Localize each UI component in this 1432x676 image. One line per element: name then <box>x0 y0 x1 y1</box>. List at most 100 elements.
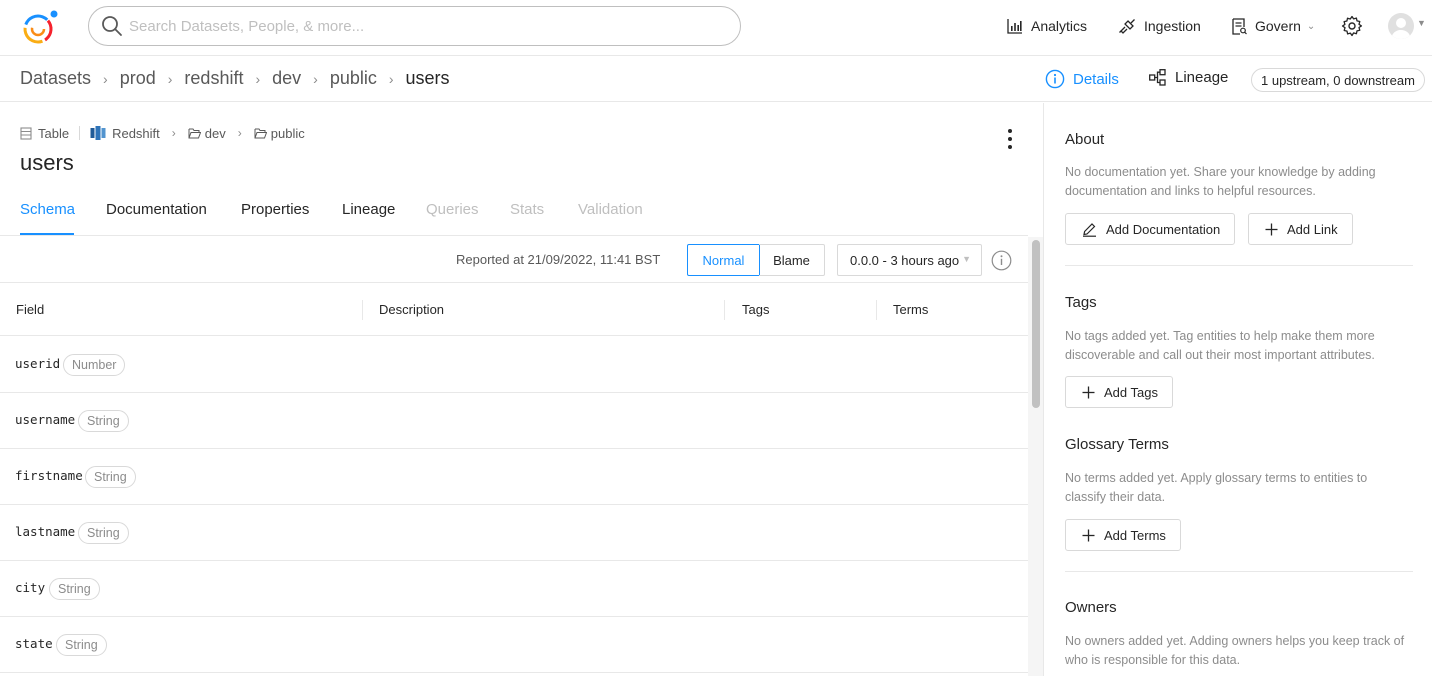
table-icon <box>20 126 32 140</box>
breadcrumb-datasets[interactable]: Datasets <box>20 68 91 89</box>
column-divider <box>362 300 363 320</box>
breadcrumb-dev[interactable]: dev <box>272 68 301 89</box>
column-divider <box>876 300 877 320</box>
breadcrumb-separator-icon: › <box>388 70 394 87</box>
field-type-badge: String <box>49 578 100 600</box>
column-tags[interactable]: Tags <box>742 302 769 317</box>
tab-schema[interactable]: Schema <box>20 201 75 218</box>
upstream-downstream-badge[interactable]: 1 upstream, 0 downstream <box>1251 68 1425 92</box>
field-type-badge: String <box>56 634 107 656</box>
lineage-toggle[interactable]: Lineage <box>1149 69 1228 86</box>
container-dev-label: dev <box>204 125 226 141</box>
details-toggle[interactable]: Details <box>1045 69 1119 89</box>
tags-heading: Tags <box>1065 294 1097 311</box>
analytics-link[interactable]: Analytics <box>1007 14 1087 38</box>
tab-properties[interactable]: Properties <box>241 201 309 218</box>
ingestion-label: Ingestion <box>1144 18 1201 34</box>
schema-version-select[interactable]: 0.0.0 - 3 hours ago ▼ <box>837 244 982 276</box>
field-name: lastname <box>15 524 76 539</box>
tab-lineage[interactable]: Lineage <box>342 201 395 218</box>
about-heading: About <box>1065 131 1105 148</box>
tab-queries: Queries <box>426 201 479 218</box>
more-options-icon[interactable] <box>1001 127 1019 151</box>
settings-gear-icon[interactable] <box>1341 15 1363 37</box>
add-terms-button[interactable]: Add Terms <box>1065 519 1181 551</box>
container-public-label: public <box>270 125 305 141</box>
column-field[interactable]: Field <box>16 302 44 317</box>
folder-open-icon <box>254 128 267 138</box>
user-avatar[interactable] <box>1388 13 1414 39</box>
folder-open-icon <box>188 128 201 138</box>
lineage-label: Lineage <box>1175 69 1229 86</box>
table-row[interactable]: firstname String <box>0 449 1028 505</box>
container-public[interactable]: public <box>254 126 305 141</box>
entity-meta: Table Redshift › dev › public <box>20 125 305 141</box>
dot <box>1008 137 1012 141</box>
document-audit-icon <box>1232 17 1247 35</box>
datahub-logo[interactable] <box>18 6 60 46</box>
breadcrumb-users: users <box>405 68 450 88</box>
add-link-button[interactable]: Add Link <box>1248 213 1353 245</box>
normal-mode-button[interactable]: Normal <box>687 244 760 276</box>
table-row[interactable]: lastname String <box>0 505 1028 561</box>
plus-icon <box>1265 223 1278 235</box>
meta-divider <box>79 126 81 140</box>
search-bar[interactable] <box>88 6 741 46</box>
scrollbar-thumb[interactable] <box>1032 240 1040 408</box>
field-name: state <box>15 636 53 651</box>
breadcrumb-separator-icon: › <box>313 70 318 87</box>
redshift-logo-icon <box>90 126 106 140</box>
add-documentation-button[interactable]: Add Documentation <box>1065 213 1236 245</box>
ingestion-link[interactable]: Ingestion <box>1119 14 1201 38</box>
table-row[interactable]: userid Number <box>0 337 1028 393</box>
table-row[interactable]: state String <box>0 617 1028 673</box>
lineage-graph-icon <box>1149 69 1166 86</box>
field-name: userid <box>15 356 61 371</box>
add-tags-label: Add Tags <box>1104 384 1158 400</box>
search-icon <box>102 16 122 36</box>
field-name: firstname <box>15 468 83 483</box>
reported-at-text: Reported at 21/09/2022, 11:41 BST <box>456 252 661 267</box>
analytics-label: Analytics <box>1031 18 1088 34</box>
entity-type-label: Table <box>38 125 70 141</box>
add-tags-button[interactable]: Add Tags <box>1065 376 1173 408</box>
plus-icon <box>1082 386 1095 398</box>
dot <box>1008 129 1012 133</box>
entity-tabs: Schema Documentation Properties Lineage … <box>0 187 1028 236</box>
entity-sidebar: About No documentation yet. Share your k… <box>1043 103 1432 676</box>
column-divider <box>724 300 725 320</box>
search-input[interactable] <box>129 17 689 35</box>
platform-label: Redshift <box>112 125 160 141</box>
field-type-badge: String <box>78 410 129 432</box>
breadcrumb-redshift[interactable]: redshift <box>184 68 243 89</box>
active-tab-indicator <box>20 233 74 235</box>
caret-down-icon[interactable]: ▼ <box>1417 18 1426 28</box>
column-terms[interactable]: Terms <box>893 302 928 317</box>
field-type-badge: String <box>85 466 136 488</box>
entity-platform[interactable]: Redshift <box>90 125 160 141</box>
add-documentation-label: Add Documentation <box>1106 221 1221 237</box>
container-dev[interactable]: dev <box>188 126 226 141</box>
details-label: Details <box>1073 70 1119 88</box>
breadcrumb-bar: Datasets › prod › redshift › dev › publi… <box>0 57 1432 102</box>
schema-table-header: Field Description Tags Terms <box>0 284 1028 336</box>
bar-chart-icon <box>1007 19 1022 34</box>
breadcrumb-prod[interactable]: prod <box>120 68 156 89</box>
dot <box>1008 145 1012 149</box>
table-row[interactable]: username String <box>0 393 1028 449</box>
govern-label: Govern <box>1255 18 1301 34</box>
info-circle-icon[interactable] <box>991 250 1012 271</box>
govern-dropdown[interactable]: Govern ⌄ <box>1232 14 1315 38</box>
tab-documentation[interactable]: Documentation <box>106 201 207 218</box>
chevron-down-icon: ⌄ <box>1306 20 1316 32</box>
field-type-badge: Number <box>63 354 126 376</box>
blame-mode-button[interactable]: Blame <box>759 244 825 276</box>
user-silhouette-icon <box>1391 18 1411 39</box>
owners-empty-text: No owners added yet. Adding owners helps… <box>1065 634 1405 667</box>
breadcrumb-public[interactable]: public <box>330 68 377 89</box>
table-row[interactable]: city String <box>0 561 1028 617</box>
section-divider <box>1065 571 1413 572</box>
api-plug-icon <box>1119 18 1135 34</box>
section-divider <box>1065 265 1413 266</box>
column-description[interactable]: Description <box>379 302 444 317</box>
